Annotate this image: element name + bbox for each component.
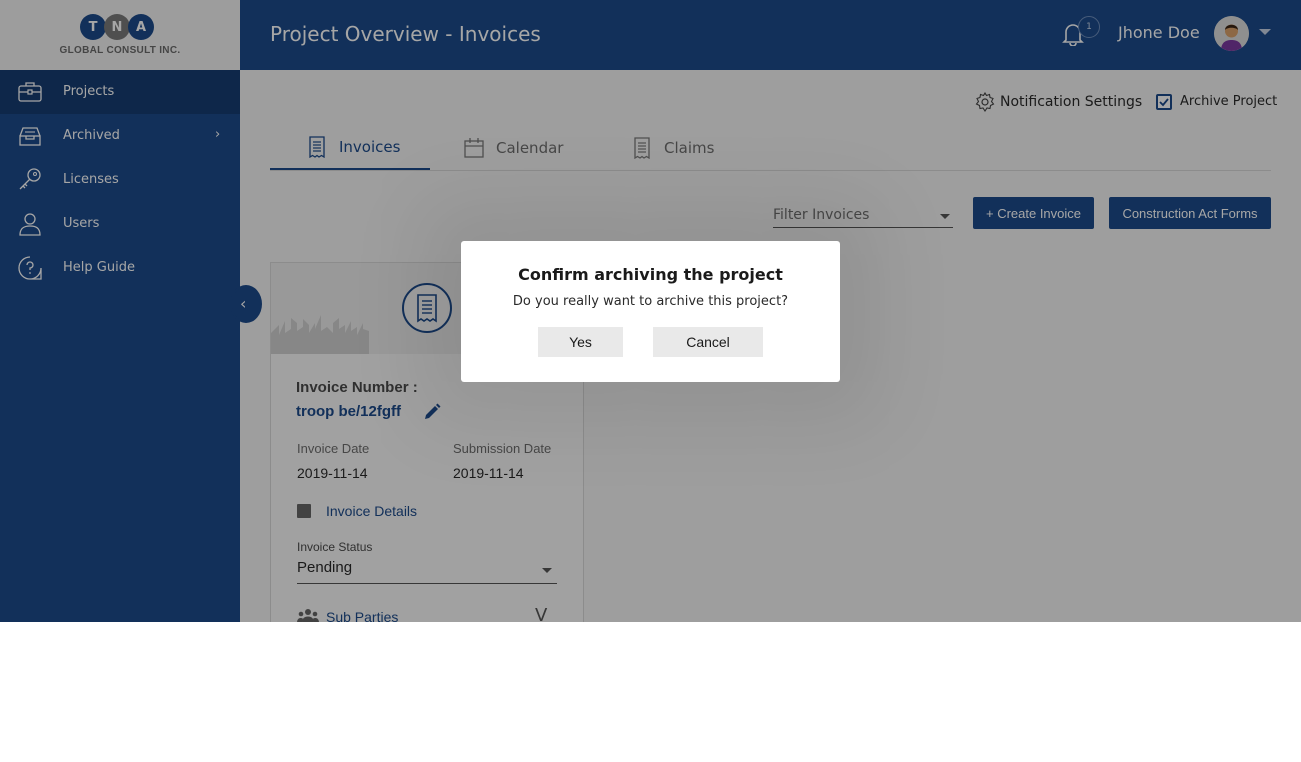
yes-button[interactable]: Yes <box>538 327 623 357</box>
confirm-archive-dialog: Confirm archiving the project Do you rea… <box>461 241 840 382</box>
dialog-message: Do you really want to archive this proje… <box>512 294 789 309</box>
app-root: T N A GLOBAL CONSULT INC. Projects Archi… <box>0 0 1301 622</box>
cancel-button[interactable]: Cancel <box>653 327 763 357</box>
dialog-title: Confirm archiving the project <box>518 265 783 284</box>
